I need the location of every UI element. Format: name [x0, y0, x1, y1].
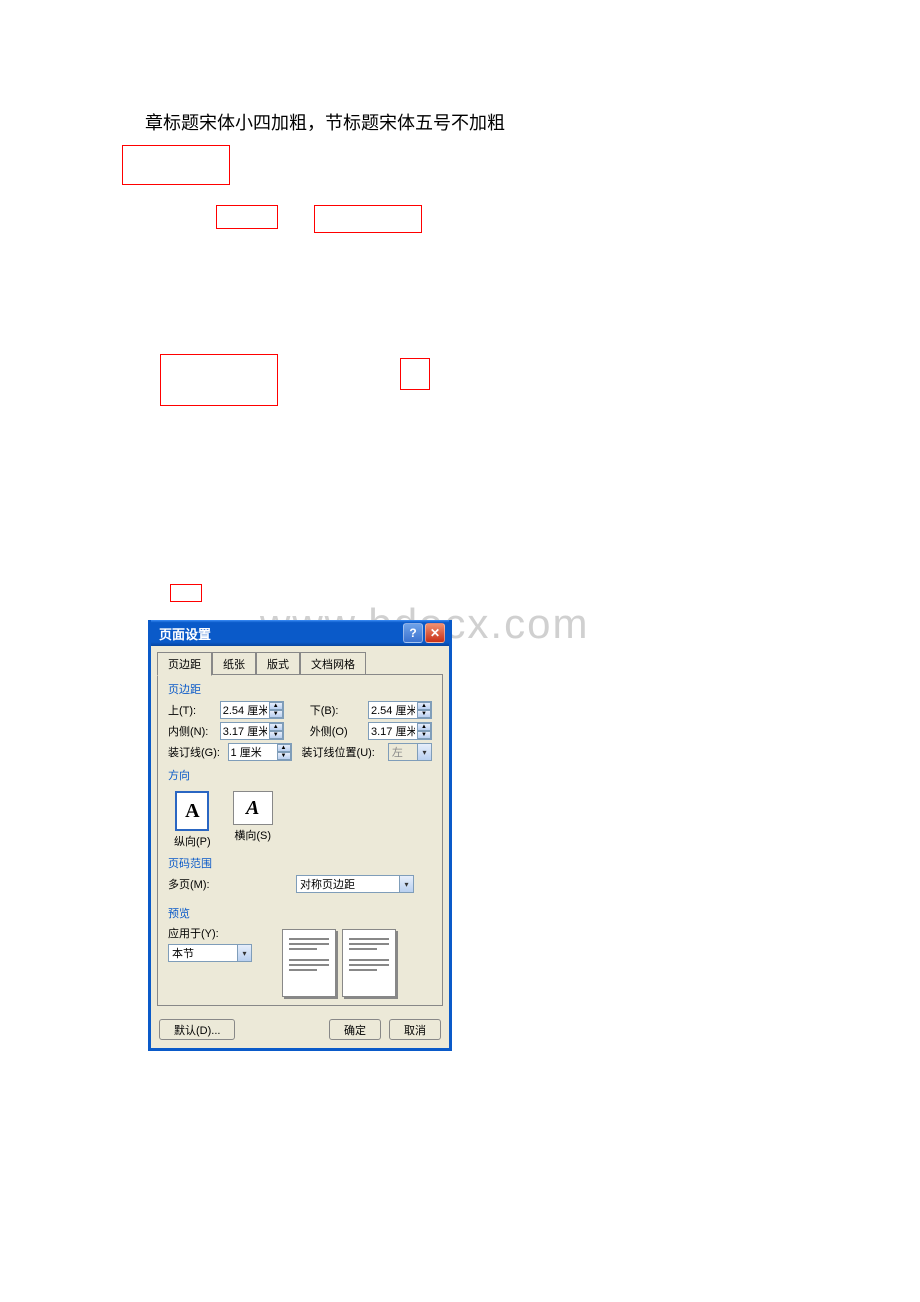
label-inside: 内侧(N):	[168, 723, 214, 739]
dialog-titlebar[interactable]: 页面设置 ? ✕	[151, 620, 449, 646]
margin-inside-spinner[interactable]: ▲ ▼	[220, 722, 284, 740]
tab-paper[interactable]: 纸张	[212, 652, 256, 675]
label-apply: 应用于(Y):	[168, 925, 268, 941]
label-bottom: 下(B):	[310, 702, 362, 718]
margin-inside-input[interactable]	[221, 724, 269, 738]
gutter-pos-value: 左	[392, 744, 403, 760]
annotation-box	[170, 584, 202, 602]
multi-page-value: 对称页边距	[300, 876, 355, 892]
page-setup-dialog: 页面设置 ? ✕ 页边距 纸张 版式 文档网格 页边距 上(T): ▲ ▼ 下(…	[148, 620, 452, 1051]
chevron-down-icon: ▾	[399, 876, 413, 892]
landscape-label: 横向(S)	[234, 827, 271, 843]
label-top: 上(T):	[168, 702, 214, 718]
spin-down-icon[interactable]: ▼	[417, 710, 431, 718]
orientation-landscape[interactable]: A 横向(S)	[233, 791, 273, 849]
preview-page-left	[282, 929, 336, 997]
margin-outside-spinner[interactable]: ▲ ▼	[368, 722, 432, 740]
annotation-box	[400, 358, 430, 390]
spin-down-icon[interactable]: ▼	[277, 752, 291, 760]
section-page-range: 页码范围	[168, 855, 432, 871]
apply-to-dropdown[interactable]: 本节 ▾	[168, 944, 252, 962]
portrait-label: 纵向(P)	[174, 833, 211, 849]
tab-grid[interactable]: 文档网格	[300, 652, 366, 675]
section-orientation: 方向	[168, 767, 432, 783]
help-button[interactable]: ?	[403, 623, 423, 643]
annotation-box	[160, 354, 278, 406]
close-button[interactable]: ✕	[425, 623, 445, 643]
landscape-icon: A	[233, 791, 273, 825]
section-preview: 预览	[168, 905, 432, 921]
default-button[interactable]: 默认(D)...	[159, 1019, 235, 1040]
spin-up-icon[interactable]: ▲	[277, 744, 291, 752]
margin-bottom-spinner[interactable]: ▲ ▼	[368, 701, 432, 719]
label-multi: 多页(M):	[168, 876, 224, 892]
margin-outside-input[interactable]	[369, 724, 417, 738]
margin-top-input[interactable]	[221, 703, 269, 717]
spin-up-icon[interactable]: ▲	[417, 723, 431, 731]
spin-up-icon[interactable]: ▲	[269, 702, 283, 710]
cancel-button[interactable]: 取消	[389, 1019, 441, 1040]
chevron-down-icon: ▾	[417, 744, 431, 760]
gutter-input[interactable]	[229, 745, 277, 759]
tab-strip: 页边距 纸张 版式 文档网格	[151, 646, 449, 675]
spin-down-icon[interactable]: ▼	[417, 731, 431, 739]
annotation-box	[314, 205, 422, 233]
label-outside: 外侧(O)	[310, 723, 362, 739]
chevron-down-icon: ▾	[237, 945, 251, 961]
orientation-portrait[interactable]: A 纵向(P)	[174, 791, 211, 849]
section-margins: 页边距	[168, 681, 432, 697]
page-title: 章标题宋体小四加粗，节标题宋体五号不加粗	[145, 109, 505, 135]
preview-page-right	[342, 929, 396, 997]
annotation-box	[216, 205, 278, 229]
preview-pages	[282, 925, 396, 997]
label-gutter: 装订线(G):	[168, 744, 222, 760]
label-gutter-pos: 装订线位置(U):	[302, 744, 382, 760]
tab-panel-margins: 页边距 上(T): ▲ ▼ 下(B): ▲ ▼ 内侧(N):	[157, 674, 443, 1006]
close-icon: ✕	[430, 626, 440, 640]
dialog-title: 页面设置	[159, 624, 211, 643]
gutter-pos-dropdown[interactable]: 左 ▾	[388, 743, 432, 761]
margin-bottom-input[interactable]	[369, 703, 417, 717]
apply-to-value: 本节	[172, 945, 194, 961]
spin-up-icon[interactable]: ▲	[269, 723, 283, 731]
tab-margins[interactable]: 页边距	[157, 652, 212, 676]
spin-down-icon[interactable]: ▼	[269, 731, 283, 739]
portrait-icon: A	[175, 791, 209, 831]
multi-page-dropdown[interactable]: 对称页边距 ▾	[296, 875, 414, 893]
tab-layout[interactable]: 版式	[256, 652, 300, 675]
gutter-spinner[interactable]: ▲ ▼	[228, 743, 292, 761]
margin-top-spinner[interactable]: ▲ ▼	[220, 701, 284, 719]
spin-down-icon[interactable]: ▼	[269, 710, 283, 718]
annotation-box	[122, 145, 230, 185]
ok-button[interactable]: 确定	[329, 1019, 381, 1040]
spin-up-icon[interactable]: ▲	[417, 702, 431, 710]
